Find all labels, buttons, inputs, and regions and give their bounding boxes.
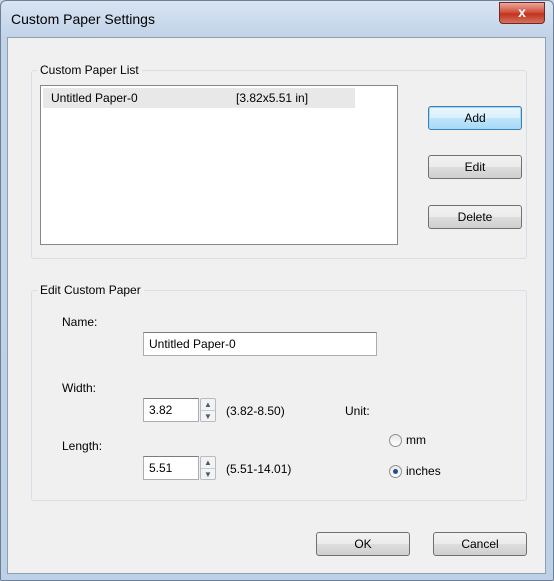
unit-inches-label[interactable]: inches — [406, 464, 441, 478]
custom-paper-list-legend: Custom Paper List — [40, 63, 139, 77]
spin-down-icon[interactable]: ▼ — [201, 469, 215, 480]
length-range: (5.51-14.01) — [226, 462, 292, 476]
title-bar[interactable]: Custom Paper Settings x — [1, 1, 553, 37]
unit-inches-radio[interactable] — [389, 465, 402, 478]
spin-up-icon[interactable]: ▲ — [201, 399, 215, 411]
length-label: Length: — [62, 439, 103, 453]
width-range: (3.82-8.50) — [226, 404, 285, 418]
list-item-name: Untitled Paper-0 — [51, 91, 138, 105]
width-input[interactable]: 3.82 — [143, 398, 199, 422]
spin-down-icon[interactable]: ▼ — [201, 411, 215, 422]
unit-label: Unit: — [345, 404, 370, 418]
spin-up-icon[interactable]: ▲ — [201, 457, 215, 469]
length-input[interactable]: 5.51 — [143, 456, 199, 480]
unit-mm-radio[interactable] — [389, 434, 402, 447]
add-button[interactable]: Add — [428, 106, 522, 130]
length-stepper[interactable]: ▲ ▼ — [200, 456, 216, 480]
delete-button[interactable]: Delete — [428, 205, 522, 229]
close-button[interactable]: x — [499, 2, 545, 24]
cancel-button[interactable]: Cancel — [433, 532, 527, 556]
list-item-size: [3.82x5.51 in] — [236, 91, 309, 105]
edit-button[interactable]: Edit — [428, 155, 522, 179]
edit-custom-paper-legend: Edit Custom Paper — [40, 283, 141, 297]
close-icon: x — [518, 4, 526, 20]
custom-paper-listbox[interactable]: Untitled Paper-0 [3.82x5.51 in] — [40, 85, 398, 245]
width-stepper[interactable]: ▲ ▼ — [200, 398, 216, 422]
list-item[interactable]: Untitled Paper-0 [3.82x5.51 in] — [43, 88, 355, 108]
window-title: Custom Paper Settings — [11, 11, 155, 27]
width-label: Width: — [62, 381, 97, 395]
name-input[interactable]: Untitled Paper-0 — [143, 332, 377, 356]
unit-mm-label[interactable]: mm — [406, 433, 426, 447]
name-label: Name: — [62, 315, 98, 329]
ok-button[interactable]: OK — [316, 532, 410, 556]
